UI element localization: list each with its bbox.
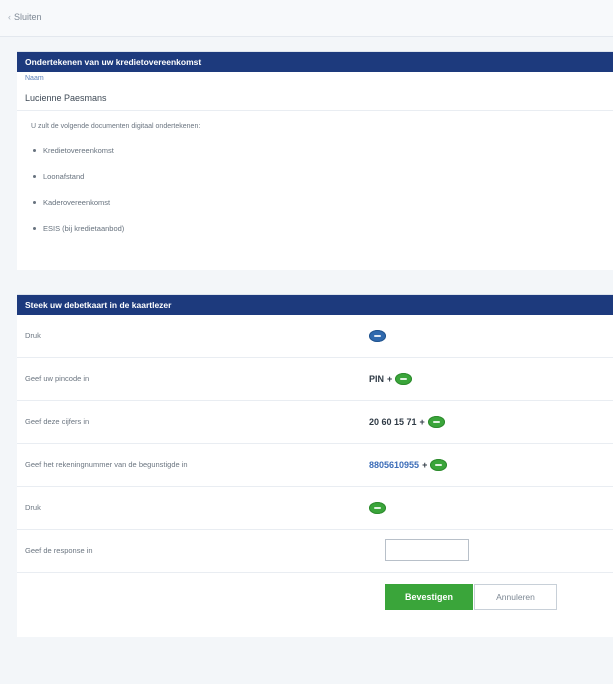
step-row: Geef deze cijfers in 20 60 15 71 +: [17, 401, 613, 444]
documents-list: Kredietovereenkomst Loonafstand Kaderove…: [31, 138, 613, 242]
sign-agreement-panel: Ondertekenen van uw kredietovereenkomst …: [17, 51, 613, 270]
panel-title: Ondertekenen van uw kredietovereenkomst: [17, 52, 613, 72]
step-value: 8805610955 +: [369, 444, 448, 486]
ok-key-icon: [430, 459, 448, 471]
name-label: Naam: [25, 75, 44, 82]
step-code: 20 60 15 71: [369, 417, 417, 427]
step-label: Geef deze cijfers in: [25, 417, 90, 426]
ok-key-icon: [369, 502, 386, 514]
button-row: Bevestigen Annuleren: [17, 573, 613, 623]
step-label: Geef het rekeningnummer van de begunstig…: [25, 460, 188, 469]
step-row: Druk: [17, 487, 613, 530]
plus-sign: +: [387, 374, 393, 384]
top-bar: ‹ Sluiten: [0, 0, 613, 37]
card-reader-panel: Steek uw debetkaart in de kaartlezer Dru…: [17, 294, 613, 637]
response-input[interactable]: [385, 539, 469, 561]
ok-key-icon: [395, 373, 413, 385]
plus-sign: +: [419, 417, 425, 427]
step-row: Geef uw pincode in PIN +: [17, 358, 613, 401]
response-row: Geef de response in: [17, 530, 613, 573]
cancel-button[interactable]: Annuleren: [474, 584, 557, 610]
step-row: Druk: [17, 315, 613, 358]
panel-title: Steek uw debetkaart in de kaartlezer: [17, 295, 613, 315]
step-label: Geef uw pincode in: [25, 374, 90, 383]
step-row: Geef het rekeningnummer van de begunstig…: [17, 444, 613, 487]
close-label: Sluiten: [14, 12, 42, 22]
list-item: Kredietovereenkomst: [31, 138, 613, 164]
step-value: 20 60 15 71 +: [369, 401, 445, 443]
documents-intro: U zult de volgende documenten digitaal o…: [31, 123, 201, 130]
step-label: Druk: [25, 331, 41, 340]
list-item: Loonafstand: [31, 164, 613, 190]
account-number: 8805610955: [369, 460, 420, 470]
card-reader-key-icon: [369, 330, 386, 342]
step-value: PIN +: [369, 358, 413, 400]
response-label: Geef de response in: [25, 546, 93, 555]
chevron-left-icon: ‹: [8, 12, 11, 22]
plus-sign: +: [422, 460, 428, 470]
list-item: ESIS (bij kredietaanbod): [31, 216, 613, 242]
step-value: [369, 315, 386, 357]
step-code: PIN: [369, 374, 385, 384]
ok-key-icon: [427, 416, 445, 428]
name-value: Lucienne Paesmans: [17, 86, 613, 111]
close-link[interactable]: ‹ Sluiten: [8, 12, 42, 22]
confirm-button[interactable]: Bevestigen: [385, 584, 473, 610]
step-value: [369, 487, 386, 529]
list-item: Kaderovereenkomst: [31, 190, 613, 216]
step-label: Druk: [25, 503, 41, 512]
